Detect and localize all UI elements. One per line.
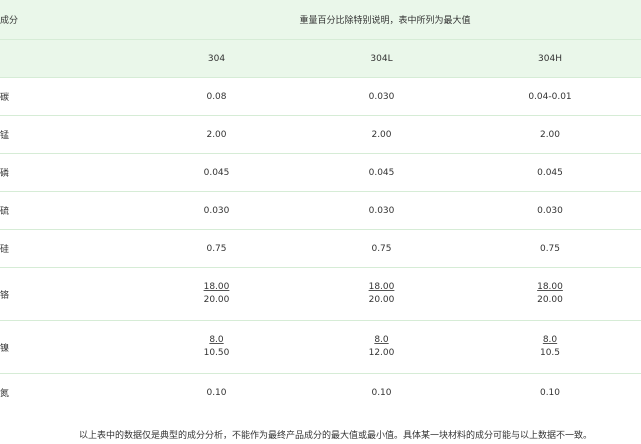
value-304h-max: 20.00 (537, 295, 563, 305)
grade-header-304l: 304L (304, 39, 459, 78)
value-304-min: 8.0 (209, 335, 224, 345)
value-304-min: 18.00 (203, 282, 230, 292)
value-304h: 0.10 (539, 387, 561, 398)
value-304h: 0.75 (459, 229, 641, 268)
element-name: 镍 (0, 320, 129, 374)
value-304l: 0.10 (371, 387, 392, 398)
value-304: 0.030 (129, 191, 304, 230)
composition-table: 成分 重量百分比除特别说明，表中所列为最大值 304 304L 304H 碳 0… (0, 0, 641, 411)
component-header: 成分 (0, 0, 129, 40)
value-304h: 0.04-0.01 (459, 77, 641, 116)
element-name: 锰 (0, 115, 129, 154)
footnote: 以上表中的数据仅是典型的成分分析，不能作为最终产品成分的最大值或最小值。具体某一… (78, 431, 592, 441)
value-304: 0.045 (129, 153, 304, 192)
value-304-max: 10.50 (203, 348, 230, 358)
header-row-title: 成分 重量百分比除特别说明，表中所列为最大值 (0, 0, 641, 40)
element-name: 硫 (0, 191, 129, 230)
value-304l-min: 8.0 (374, 335, 389, 345)
value-304l: 0.045 (304, 153, 459, 192)
header-empty-cell (0, 39, 129, 78)
grade-header-304h: 304H (459, 39, 641, 78)
value-304h: 2.00 (459, 115, 641, 154)
value-304l-max: 12.00 (368, 348, 395, 358)
value-304l: 8.0 12.00 (304, 320, 459, 374)
table-row-manganese: 锰 2.00 2.00 2.00 (0, 115, 641, 154)
table-row-silicon: 硅 0.75 0.75 0.75 (0, 229, 641, 268)
element-name: 磷 (0, 153, 129, 192)
value-304h: 8.0 10.5 (459, 320, 641, 374)
table-row-phosphorus: 磷 0.045 0.045 0.045 (0, 153, 641, 192)
value-304l: 0.030 (304, 191, 459, 230)
table-row-carbon: 碳 0.08 0.030 0.04-0.01 (0, 77, 641, 116)
value-304h: 0.045 (459, 153, 641, 192)
table-title: 重量百分比除特别说明，表中所列为最大值 (129, 0, 641, 40)
value-304: 2.00 (129, 115, 304, 154)
value-304h: 18.00 20.00 (459, 267, 641, 321)
value-304h-min: 8.0 (542, 335, 558, 345)
header-row-grades: 304 304L 304H (0, 39, 641, 78)
value-304-max: 20.00 (203, 295, 230, 305)
value-304l: 0.030 (304, 77, 459, 116)
value-304h-max: 10.5 (539, 348, 561, 358)
value-304: 0.10 (206, 387, 227, 398)
table-row-sulfur: 硫 0.030 0.030 0.030 (0, 191, 641, 230)
element-name: 氮 (0, 389, 10, 399)
value-304l-min: 18.00 (368, 282, 395, 292)
value-304l: 2.00 (304, 115, 459, 154)
table-row-chromium: 铬 18.00 20.00 18.00 20.00 18.00 20.00 (0, 267, 641, 321)
element-name: 碳 (0, 77, 129, 116)
value-304: 18.00 20.00 (129, 267, 304, 321)
value-304h: 0.030 (459, 191, 641, 230)
grade-header-304: 304 (129, 39, 304, 78)
element-name: 铬 (0, 267, 129, 321)
value-304: 0.08 (129, 77, 304, 116)
table-row-nickel: 镍 8.0 10.50 8.0 12.00 8.0 10.5 (0, 320, 641, 374)
value-304: 8.0 10.50 (129, 320, 304, 374)
value-304: 0.75 (129, 229, 304, 268)
value-304l: 18.00 20.00 (304, 267, 459, 321)
element-name: 硅 (0, 229, 129, 268)
value-304l: 0.75 (304, 229, 459, 268)
table-row-nitrogen: 氮 0.10 0.10 0.10 (0, 374, 641, 412)
value-304l-max: 20.00 (368, 295, 395, 305)
value-304h-min: 18.00 (537, 282, 563, 292)
